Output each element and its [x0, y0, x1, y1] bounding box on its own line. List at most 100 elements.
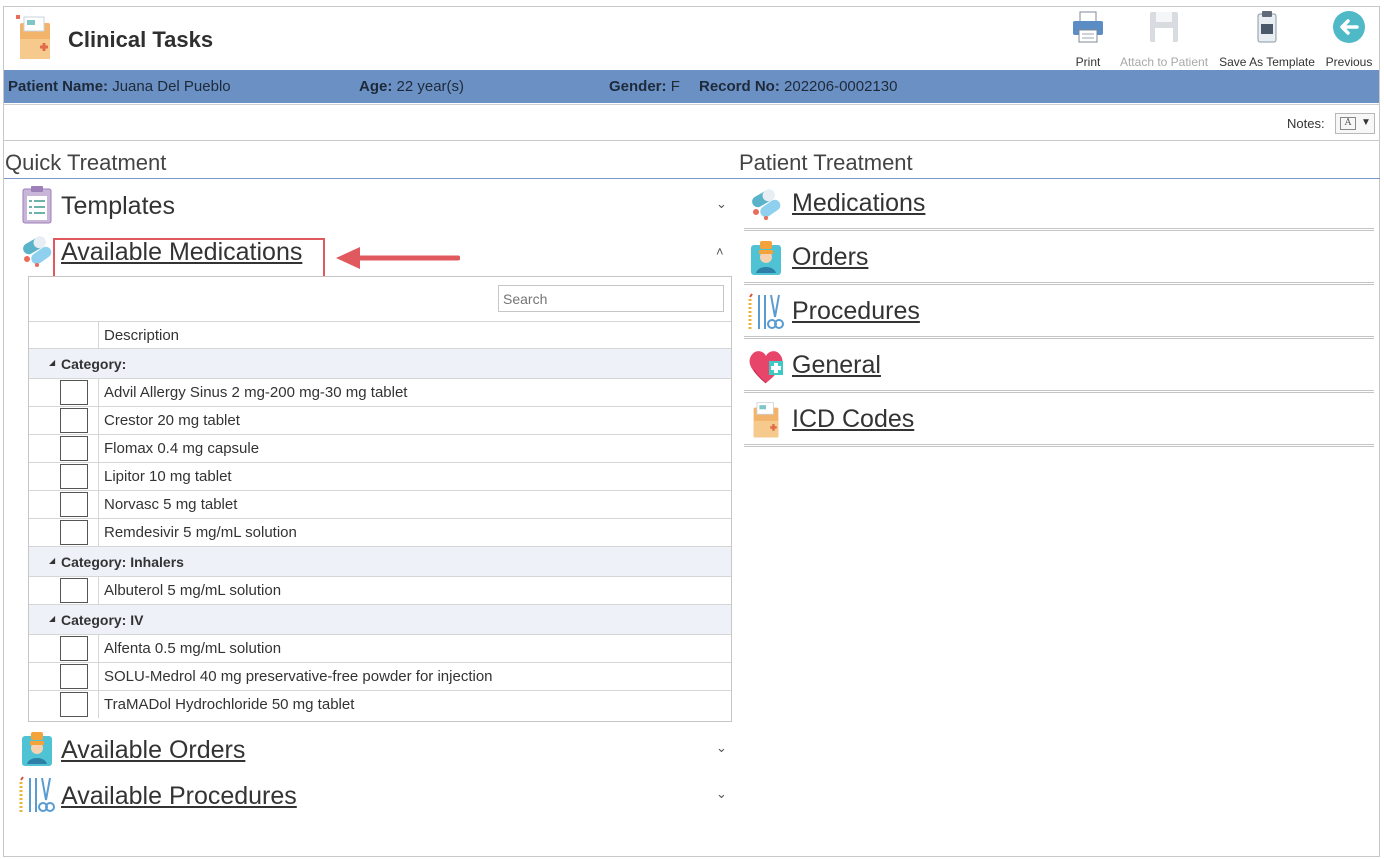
category-label: Category: Inhalers: [61, 554, 184, 570]
category-group-row[interactable]: ◢ Category:: [29, 349, 731, 379]
collapse-triangle-icon[interactable]: ◢: [49, 358, 55, 367]
patient-general-link[interactable]: General: [792, 351, 881, 380]
medication-description: SOLU-Medrol 40 mg preservative-free powd…: [104, 668, 493, 685]
patient-record-label: Record No:: [699, 78, 780, 95]
grid-header-row: Description: [29, 321, 731, 350]
clinical-folder-icon: [753, 402, 779, 438]
patient-general-item[interactable]: General: [744, 343, 1374, 393]
table-row[interactable]: Remdesivir 5 mg/mL solution: [29, 519, 731, 547]
clinical-folder-icon: [16, 15, 50, 59]
app-header: Clinical Tasks Print Attach to Patient S…: [4, 7, 1379, 70]
patient-medications-link[interactable]: Medications: [792, 189, 925, 218]
medication-description: TraMADol Hydrochloride 50 mg tablet: [104, 696, 355, 713]
patient-orders-link[interactable]: Orders: [792, 243, 868, 272]
patient-medications-item[interactable]: Medications: [744, 181, 1374, 231]
chevron-down-icon[interactable]: ⌄: [716, 196, 727, 212]
patient-record: Record No: 202206-0002130: [699, 78, 897, 95]
row-checkbox[interactable]: [60, 436, 88, 461]
table-row[interactable]: TraMADol Hydrochloride 50 mg tablet: [29, 691, 731, 719]
column-separator: [98, 691, 99, 718]
available-orders-panel-header[interactable]: Available Orders ⌄: [14, 728, 734, 770]
patient-gender-label: Gender:: [609, 78, 667, 95]
column-separator: [98, 519, 99, 546]
column-separator: [98, 322, 99, 350]
doctor-badge-icon: [751, 241, 781, 275]
attach-to-patient-button[interactable]: Attach to Patient: [1118, 9, 1210, 69]
previous-button[interactable]: Previous: [1324, 9, 1374, 69]
available-orders-link[interactable]: Available Orders: [61, 736, 245, 765]
row-checkbox[interactable]: [60, 664, 88, 689]
app-window: Clinical Tasks Print Attach to Patient S…: [3, 6, 1380, 857]
page-title: Clinical Tasks: [68, 27, 214, 52]
row-checkbox[interactable]: [60, 692, 88, 717]
medication-description: Norvasc 5 mg tablet: [104, 496, 238, 513]
column-separator: [98, 435, 99, 462]
patient-name-value: Juana Del Pueblo: [112, 78, 231, 95]
patient-icd-codes-item[interactable]: ICD Codes: [744, 397, 1374, 447]
patient-orders-item[interactable]: Orders: [744, 235, 1374, 285]
medication-description: Advil Allergy Sinus 2 mg-200 mg-30 mg ta…: [104, 384, 408, 401]
notes-dropdown[interactable]: A ▼: [1335, 113, 1375, 134]
back-arrow-icon: [1333, 11, 1365, 43]
search-input[interactable]: [498, 285, 724, 312]
column-separator: [98, 379, 99, 406]
row-checkbox[interactable]: [60, 520, 88, 545]
table-row[interactable]: Flomax 0.4 mg capsule: [29, 435, 731, 463]
patient-icd-codes-link[interactable]: ICD Codes: [792, 405, 914, 434]
medication-description: Remdesivir 5 mg/mL solution: [104, 524, 297, 541]
notes-label: Notes:: [1287, 116, 1325, 131]
column-separator: [98, 491, 99, 518]
category-label: Category:: [61, 356, 127, 372]
grid-body: ◢ Category: Advil Allergy Sinus 2 mg-200…: [29, 349, 731, 719]
patient-age-value: 22 year(s): [396, 78, 465, 95]
templates-title: Templates: [61, 192, 175, 220]
category-group-row[interactable]: ◢ Category: IV: [29, 605, 731, 635]
print-label: Print: [1075, 55, 1101, 69]
column-separator: [98, 463, 99, 490]
table-row[interactable]: Alfenta 0.5 mg/mL solution: [29, 635, 731, 663]
table-row[interactable]: Advil Allergy Sinus 2 mg-200 mg-30 mg ta…: [29, 379, 731, 407]
row-checkbox[interactable]: [60, 492, 88, 517]
medication-description: Flomax 0.4 mg capsule: [104, 440, 260, 457]
row-checkbox[interactable]: [60, 380, 88, 405]
patient-name-label: Patient Name:: [8, 78, 109, 95]
chevron-up-icon[interactable]: ˄: [716, 244, 724, 259]
templates-panel-header[interactable]: Templates ⌄: [14, 184, 734, 226]
floppy-disk-icon: [1150, 12, 1178, 42]
save-as-template-label: Save As Template: [1219, 55, 1315, 69]
previous-label: Previous: [1325, 55, 1373, 69]
patient-gender: Gender: F: [609, 78, 680, 95]
table-row[interactable]: Norvasc 5 mg tablet: [29, 491, 731, 519]
column-separator: [98, 635, 99, 662]
chevron-down-icon[interactable]: ⌄: [716, 786, 727, 802]
row-checkbox[interactable]: [60, 636, 88, 661]
collapse-triangle-icon[interactable]: ◢: [49, 614, 55, 623]
table-row[interactable]: Crestor 20 mg tablet: [29, 407, 731, 435]
text-format-icon: A: [1340, 117, 1356, 130]
available-procedures-panel-header[interactable]: Available Procedures ⌄: [14, 774, 734, 816]
row-checkbox[interactable]: [60, 408, 88, 433]
collapse-triangle-icon[interactable]: ◢: [49, 556, 55, 565]
quick-treatment-heading: Quick Treatment: [5, 150, 167, 175]
row-checkbox[interactable]: [60, 578, 88, 603]
category-group-row[interactable]: ◢ Category: Inhalers: [29, 547, 731, 577]
patient-gender-value: F: [670, 78, 680, 95]
table-row[interactable]: SOLU-Medrol 40 mg preservative-free powd…: [29, 663, 731, 691]
table-row[interactable]: Albuterol 5 mg/mL solution: [29, 577, 731, 605]
chevron-down-icon[interactable]: ⌄: [716, 740, 727, 756]
available-procedures-link[interactable]: Available Procedures: [61, 782, 297, 811]
callout-highlight-box: [53, 238, 325, 279]
row-checkbox[interactable]: [60, 464, 88, 489]
medication-description: Albuterol 5 mg/mL solution: [104, 582, 282, 599]
patient-info-bar: Patient Name: Juana Del Pueblo Age: 22 y…: [4, 70, 1379, 103]
patient-treatment-heading: Patient Treatment: [739, 150, 913, 175]
patient-procedures-item[interactable]: Procedures: [744, 289, 1374, 339]
quick-treatment-divider: [4, 178, 738, 179]
save-as-template-button[interactable]: Save As Template: [1219, 9, 1315, 69]
print-button[interactable]: Print: [1067, 9, 1109, 69]
table-row[interactable]: Lipitor 10 mg tablet: [29, 463, 731, 491]
patient-procedures-link[interactable]: Procedures: [792, 297, 920, 326]
patient-record-value: 202206-0002130: [784, 78, 898, 95]
pills-icon: [752, 189, 781, 220]
description-column-header[interactable]: Description: [104, 327, 179, 344]
